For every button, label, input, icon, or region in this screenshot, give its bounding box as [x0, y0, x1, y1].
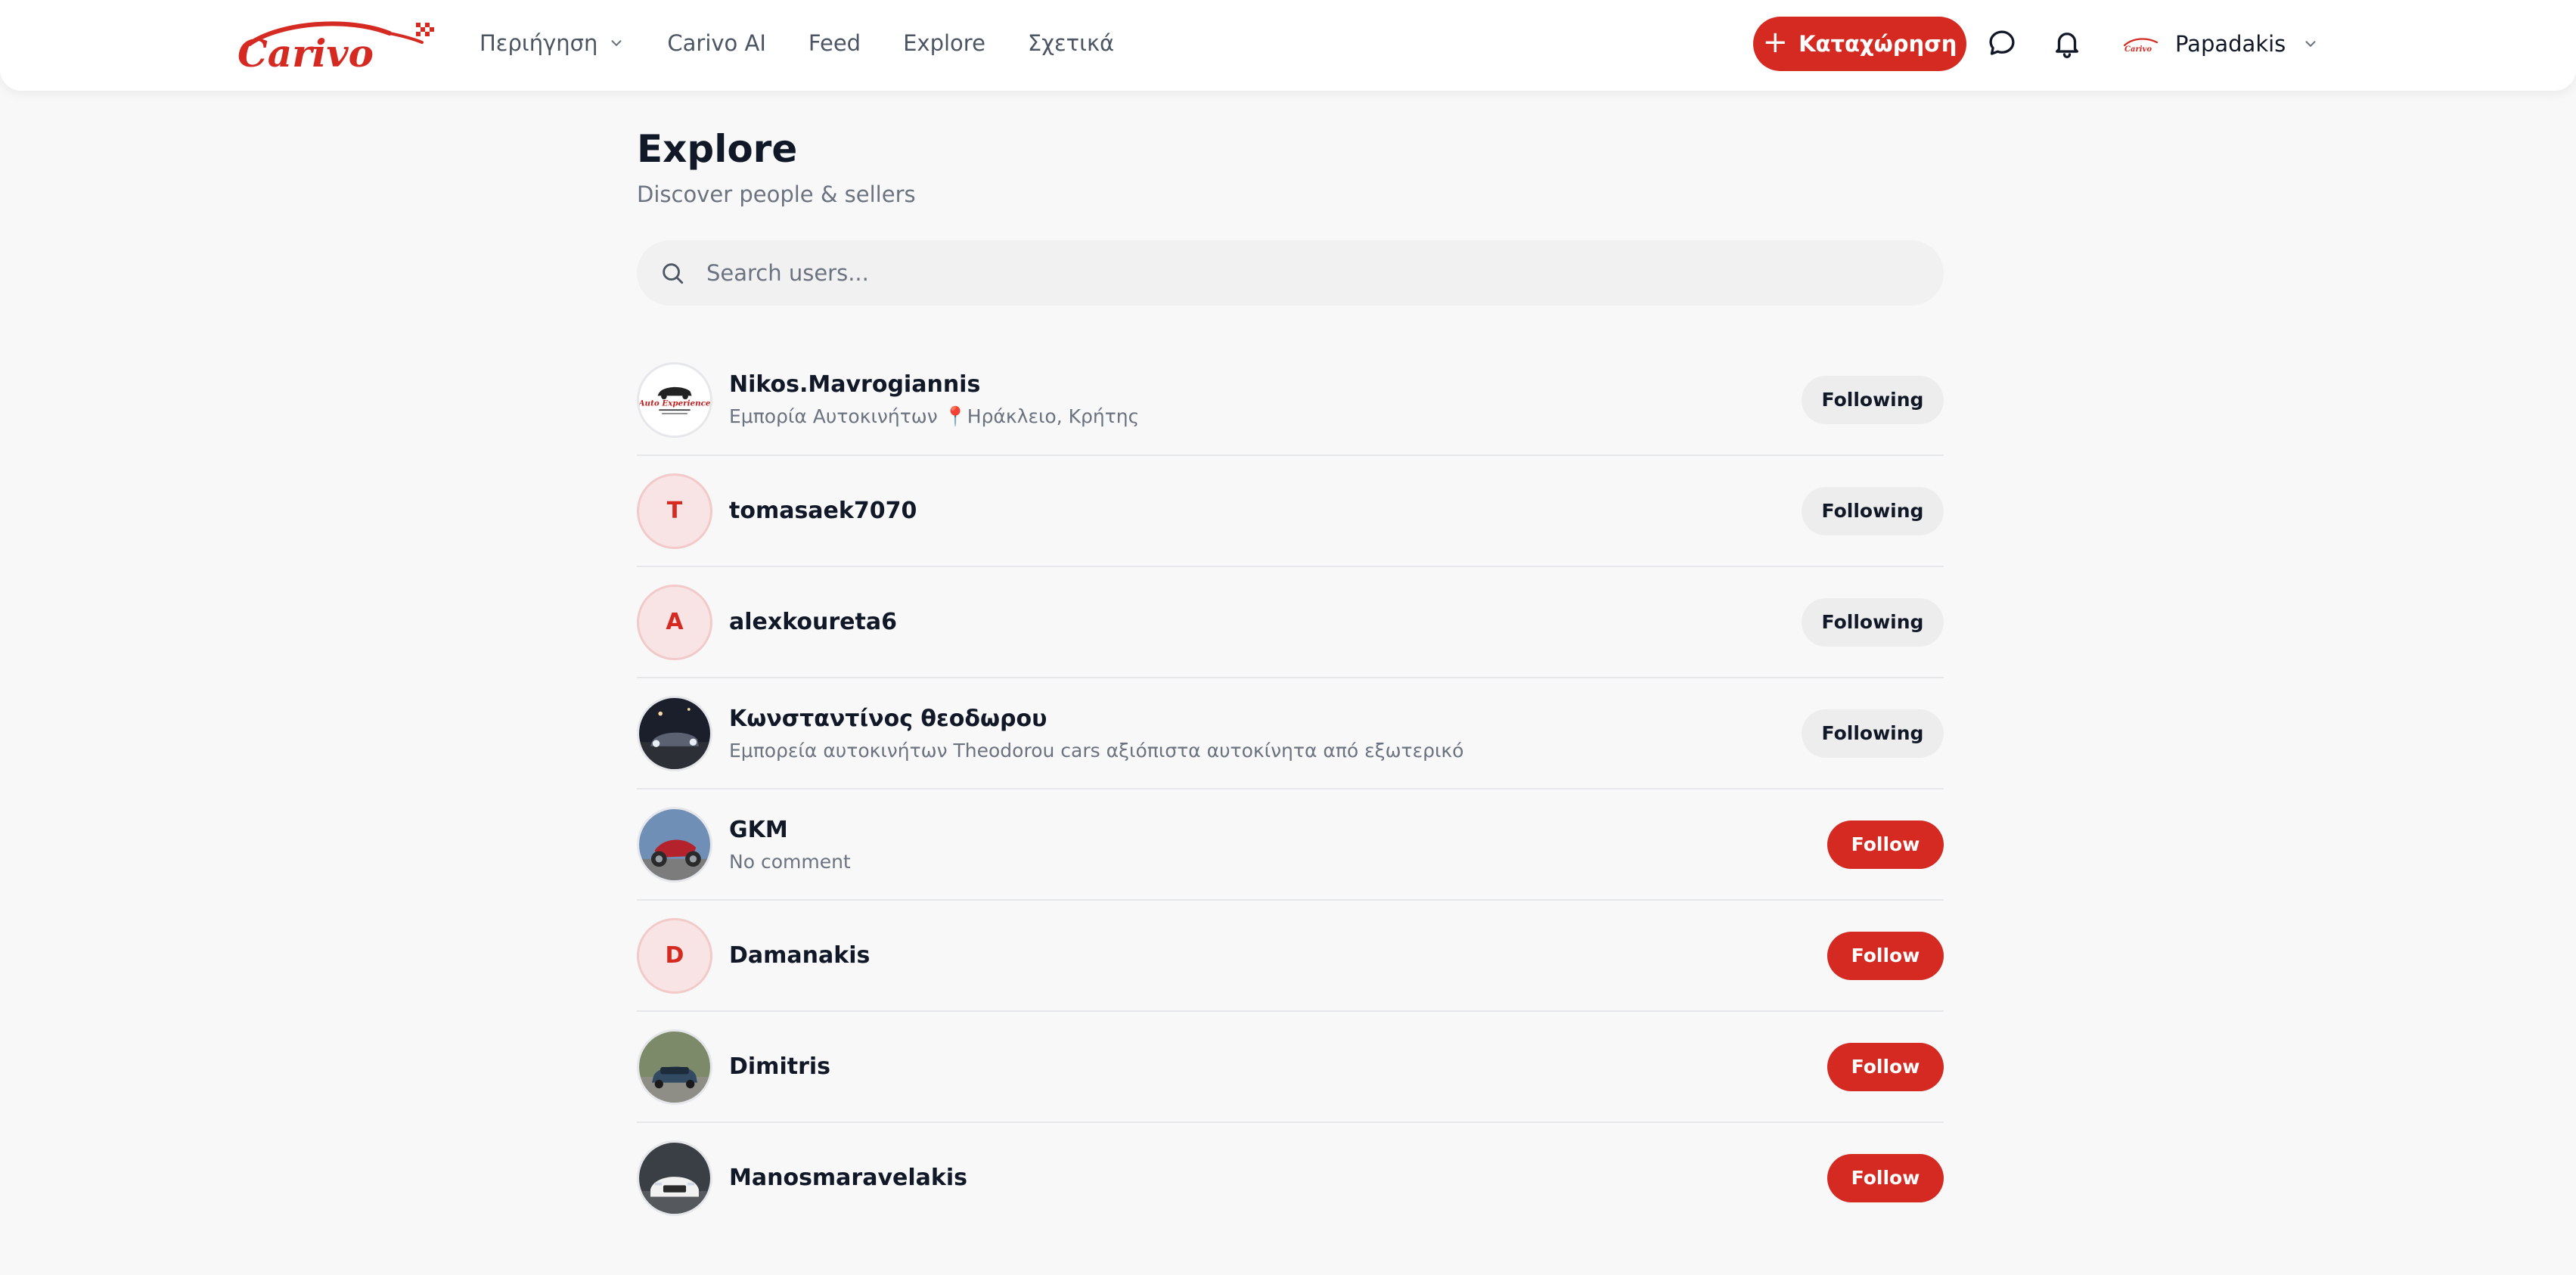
- page-title: Explore: [637, 127, 798, 171]
- user-info: Κωνσταντίνος θεοδωρου Εμπορεία αυτοκινήτ…: [729, 706, 1463, 762]
- search-input[interactable]: [705, 259, 1888, 287]
- avatar[interactable]: D: [637, 917, 712, 994]
- avatar[interactable]: Auto Experience: [637, 361, 712, 438]
- dealer-logo-avatar: Auto Experience: [639, 364, 710, 436]
- user-row[interactable]: A alexkoureta6 Following: [637, 567, 1944, 678]
- following-button[interactable]: Following: [1802, 597, 1944, 647]
- nav-item-label: Carivo AI: [667, 30, 766, 56]
- user-info: Nikos.Mavrogiannis Εμπορία Αυτοκινήτων 📍…: [729, 371, 1139, 428]
- user-bio: No comment: [729, 850, 851, 873]
- user-name: Nikos.Mavrogiannis: [729, 371, 981, 398]
- user-name: GKM: [729, 816, 788, 843]
- nav-item-explore[interactable]: Explore: [903, 30, 985, 56]
- user-list: Auto Experience Nikos.Mavrogiannis Εμπορ…: [637, 345, 1944, 1233]
- user-row[interactable]: Manosmaravelakis Follow: [637, 1123, 1944, 1233]
- user-name: tomasaek7070: [729, 498, 917, 524]
- new-listing-label: Καταχώρηση: [1799, 31, 1957, 57]
- nav-item-label: Σχετικά: [1027, 30, 1115, 56]
- follow-button[interactable]: Follow: [1827, 1042, 1944, 1091]
- user-info: alexkoureta6: [729, 609, 897, 635]
- nav-item-carivo-ai[interactable]: Carivo AI: [667, 30, 766, 56]
- nav-item-feed[interactable]: Feed: [808, 30, 861, 56]
- nav-item-browse[interactable]: Περιήγηση: [480, 30, 625, 56]
- logo-wordmark: Carivo: [237, 31, 374, 73]
- user-bio: Εμπορεία αυτοκινήτων Theodorou cars αξιό…: [729, 739, 1464, 762]
- avatar[interactable]: [637, 1140, 712, 1216]
- user-name: Damanakis: [729, 942, 871, 969]
- top-navbar: Carivo Περιήγηση Carivo AI Feed Explore …: [0, 0, 2576, 91]
- user-name: Dimitris: [729, 1053, 831, 1080]
- user-row[interactable]: T tomasaek7070 Following: [637, 456, 1944, 567]
- user-row[interactable]: GKM No comment Follow: [637, 790, 1944, 901]
- user-menu[interactable]: Carivo Papadakis: [2122, 23, 2319, 65]
- user-name: alexkoureta6: [729, 609, 897, 635]
- user-row[interactable]: D Damanakis Follow: [637, 901, 1944, 1012]
- user-info: Damanakis: [729, 942, 870, 969]
- nav-item-label: Explore: [903, 30, 985, 56]
- nav-item-about[interactable]: Σχετικά: [1028, 30, 1114, 56]
- user-row[interactable]: Κωνσταντίνος θεοδωρου Εμπορεία αυτοκινήτ…: [637, 678, 1944, 790]
- user-info: Manosmaravelakis: [729, 1165, 967, 1191]
- avatar[interactable]: A: [637, 584, 712, 660]
- car-photo-avatar: [639, 1031, 710, 1103]
- search-bar: [637, 240, 1944, 306]
- user-bio-text: Εμπορία Αυτοκινήτων: [729, 405, 938, 427]
- user-info: Dimitris: [729, 1053, 830, 1080]
- car-photo-avatar: [639, 1142, 710, 1214]
- chevron-down-icon: [611, 40, 622, 46]
- user-bio: Εμπορία Αυτοκινήτων 📍Ηράκλειο, Κρήτης: [729, 405, 1139, 428]
- chevron-down-icon: [2305, 41, 2316, 47]
- following-button[interactable]: Following: [1802, 709, 1944, 758]
- svg-text:Carivo: Carivo: [2124, 45, 2152, 54]
- follow-button[interactable]: Follow: [1827, 1153, 1944, 1202]
- nav-item-label: Περιήγηση: [480, 30, 598, 56]
- user-info: GKM No comment: [729, 817, 851, 873]
- plus-icon: +: [1762, 25, 1789, 60]
- car-night-photo-avatar: [639, 697, 710, 769]
- user-info: tomasaek7070: [729, 498, 917, 524]
- user-avatar-logo: Carivo: [2123, 38, 2159, 54]
- user-row[interactable]: Auto Experience Nikos.Mavrogiannis Εμπορ…: [637, 345, 1944, 456]
- search-icon: [663, 263, 684, 284]
- following-button[interactable]: Following: [1802, 375, 1944, 424]
- page-subtitle: Discover people & sellers: [637, 181, 916, 207]
- avatar[interactable]: T: [637, 473, 712, 549]
- follow-button[interactable]: Follow: [1827, 820, 1944, 869]
- nav-item-label: Feed: [808, 30, 861, 56]
- motorcycle-photo-avatar: [639, 808, 710, 880]
- avatar[interactable]: [637, 1028, 712, 1105]
- follow-button[interactable]: Follow: [1827, 931, 1944, 980]
- carivo-logo[interactable]: Carivo: [234, 17, 439, 73]
- avatar[interactable]: [637, 806, 712, 883]
- user-name: Papadakis: [2175, 31, 2286, 57]
- svg-text:Auto Experience: Auto Experience: [639, 399, 710, 408]
- new-listing-button[interactable]: + Καταχώρηση: [1753, 17, 1966, 71]
- following-button[interactable]: Following: [1802, 486, 1944, 535]
- main-nav: Περιήγηση Carivo AI Feed Explore Σχετικά: [480, 0, 1114, 86]
- user-row[interactable]: Dimitris Follow: [637, 1012, 1944, 1123]
- user-name: Manosmaravelakis: [729, 1165, 967, 1191]
- bell-icon[interactable]: [2051, 27, 2083, 59]
- chat-bubble-icon[interactable]: [1986, 27, 2018, 59]
- location-pin-icon: 📍: [943, 405, 967, 427]
- avatar[interactable]: [637, 695, 712, 771]
- user-location: Ηράκλειο, Κρήτης: [967, 405, 1140, 427]
- user-name: Κωνσταντίνος θεοδωρου: [729, 705, 1047, 732]
